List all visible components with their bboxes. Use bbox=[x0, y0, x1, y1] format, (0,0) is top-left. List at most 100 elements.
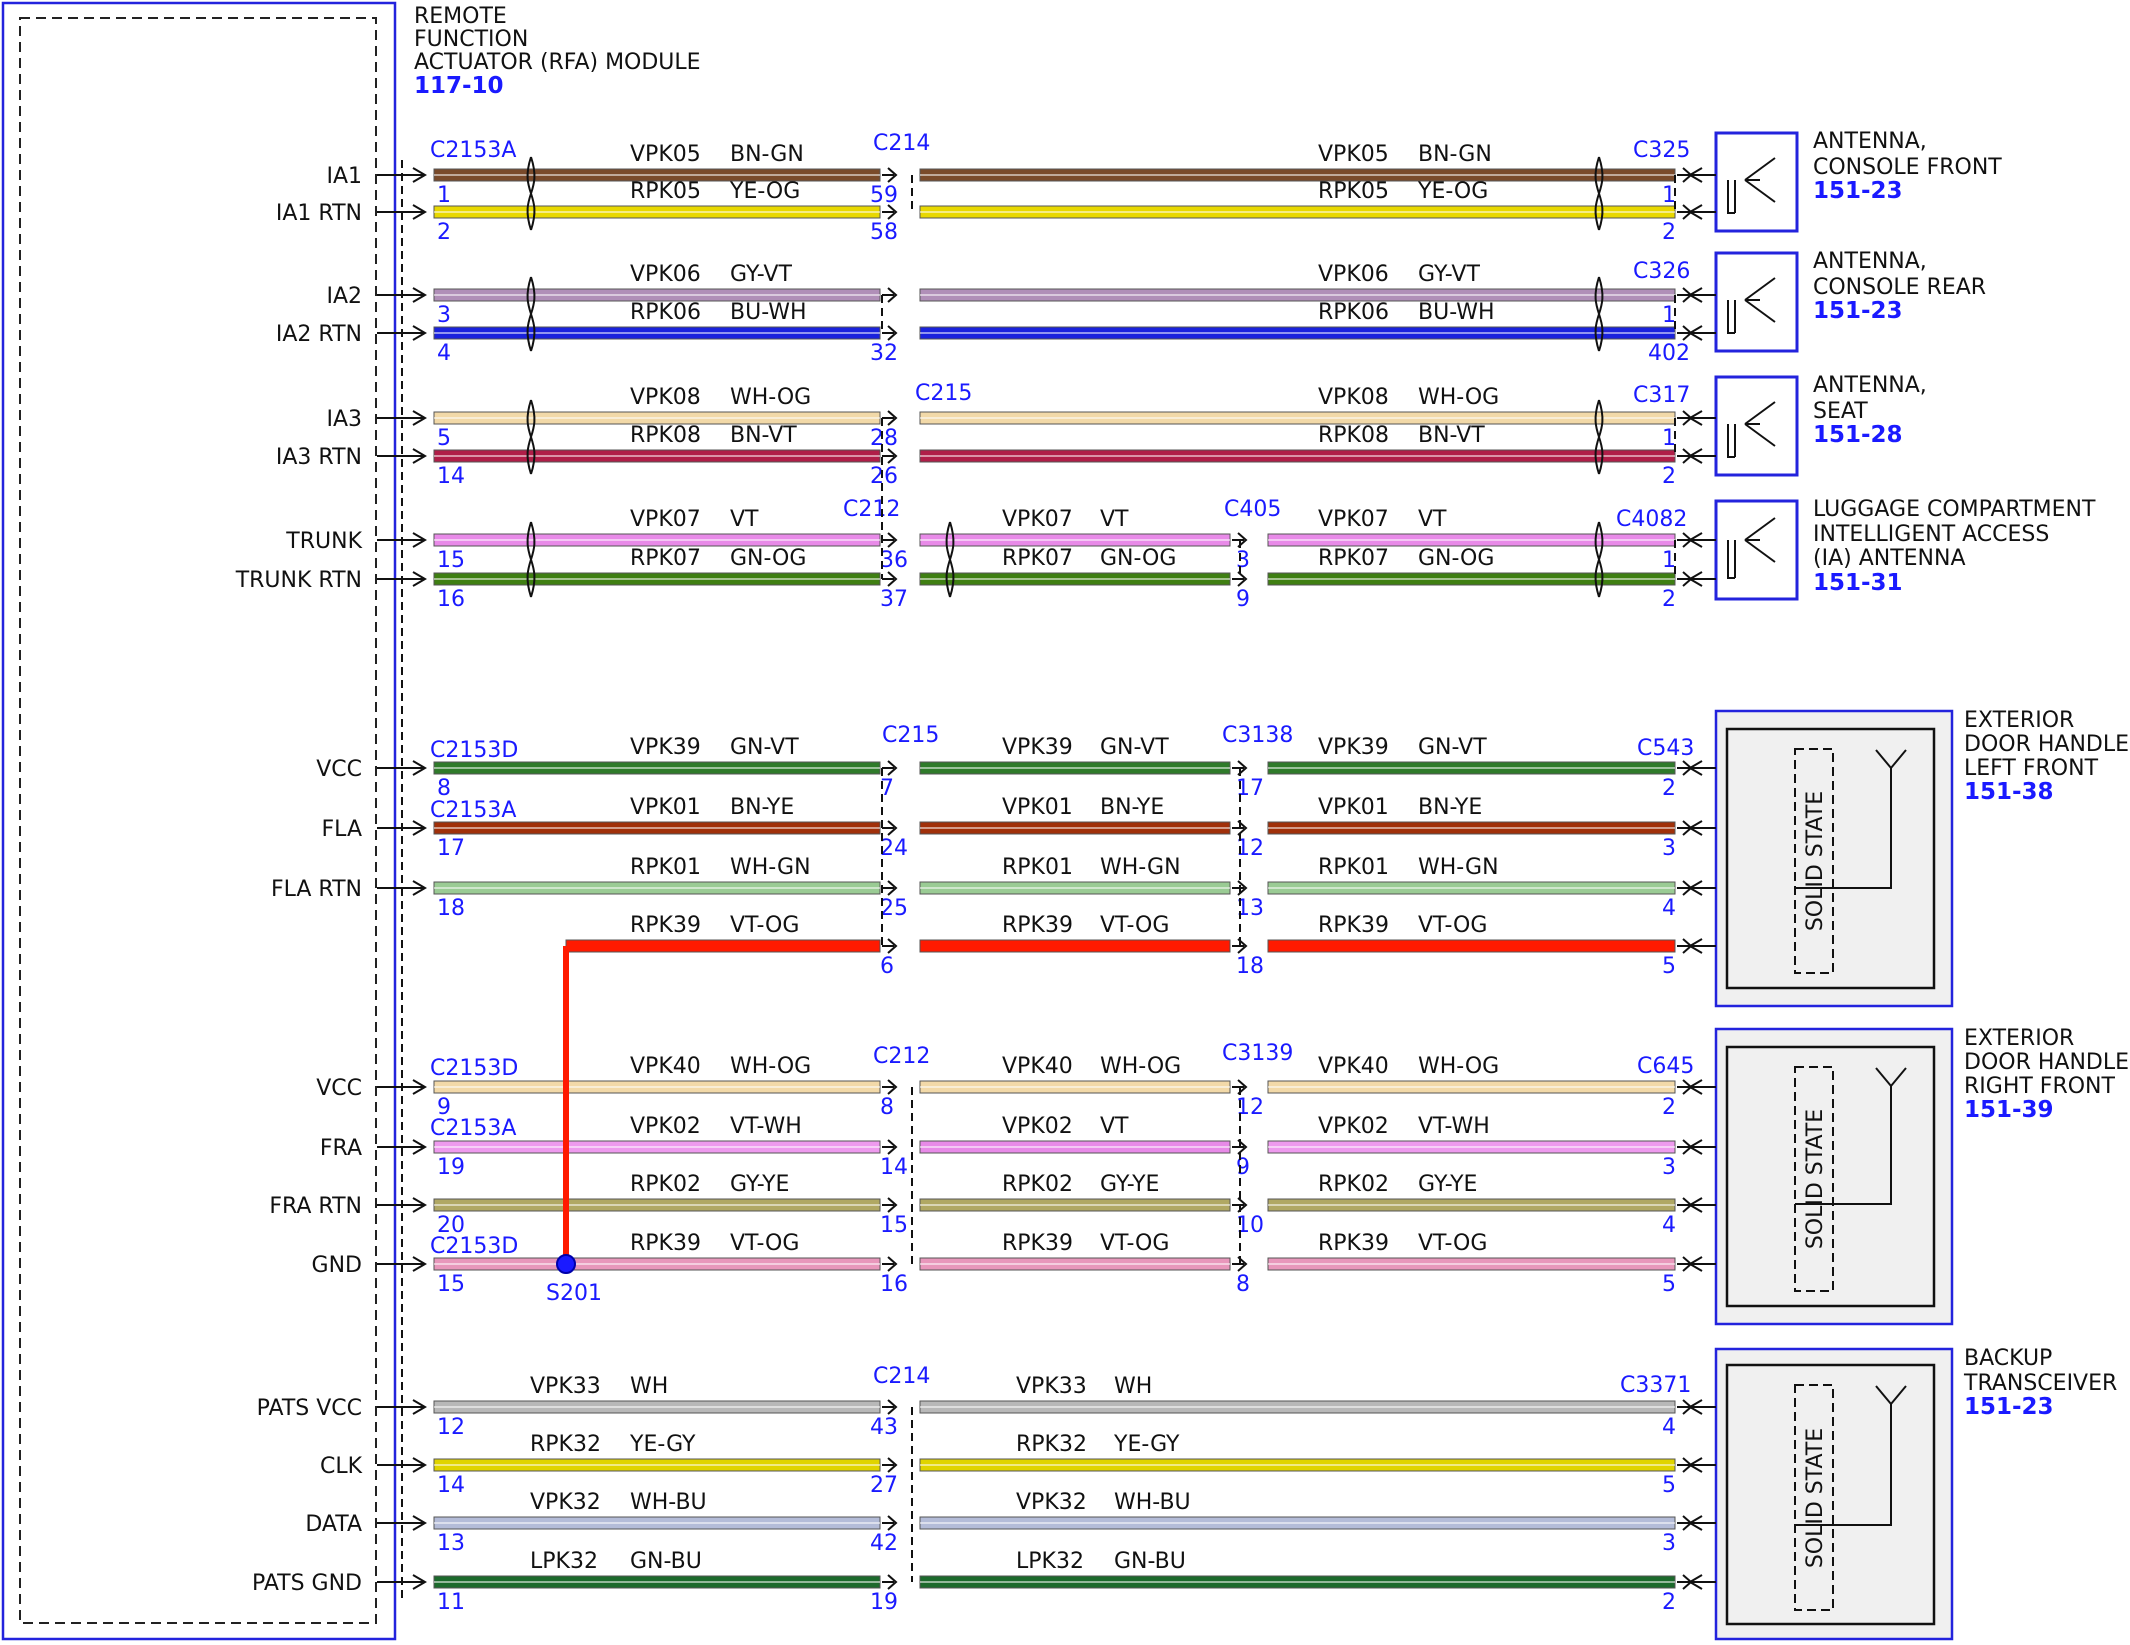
svg-text:SOLID STATE: SOLID STATE bbox=[1803, 1109, 1828, 1249]
wire-14-circuit-0: RPK02 bbox=[630, 1172, 701, 1197]
twist-marker-3-1 bbox=[945, 521, 955, 598]
wire-7-pin-1: 37 bbox=[880, 587, 908, 612]
component-pin-arrow-10 bbox=[1688, 880, 1716, 896]
antenna-console-rear: ANTENNA, CONSOLE REAR 151-23 bbox=[1714, 249, 1986, 353]
wire-7-circuit-0: RPK07 bbox=[630, 546, 701, 571]
wire-6-color-0: VT bbox=[730, 507, 759, 532]
conn-c2153a-1: C2153A bbox=[430, 138, 516, 163]
svg-text:EXTERIOR: EXTERIOR bbox=[1964, 1026, 2074, 1051]
wire-6-color-2: VT bbox=[1418, 507, 1447, 532]
wire-13-pin-3: 3 bbox=[1662, 1155, 1676, 1180]
wire-3-color-1: BU-WH bbox=[1418, 300, 1495, 325]
component-pin-arrow-0 bbox=[1688, 167, 1716, 183]
wire-11-color-2: VT-OG bbox=[1418, 913, 1487, 938]
wire-0-color-0: BN-GN bbox=[730, 142, 804, 167]
wire-10-pin-1: 25 bbox=[880, 896, 908, 921]
wire-11-seg-1 bbox=[919, 939, 1231, 953]
signal-label-9: FLA bbox=[322, 817, 362, 842]
wire-14-arrow-0 bbox=[882, 1197, 898, 1213]
conn-c645: C645 bbox=[1637, 1054, 1694, 1079]
signal-label-15: GND bbox=[312, 1253, 362, 1278]
twist-marker-1-1 bbox=[1594, 276, 1604, 352]
conn-c215-2: C215 bbox=[882, 723, 939, 748]
wire-14-pin-1: 15 bbox=[880, 1213, 908, 1238]
wire-5-color-1: BN-VT bbox=[1418, 423, 1485, 448]
wire-12-arrow-0 bbox=[882, 1079, 898, 1095]
wire-14-pin-3: 4 bbox=[1662, 1213, 1676, 1238]
wire-14-circuit-2: RPK02 bbox=[1318, 1172, 1389, 1197]
svg-text:EXTERIOR: EXTERIOR bbox=[1964, 708, 2074, 733]
wire-14-circuit-1: RPK02 bbox=[1002, 1172, 1073, 1197]
wire-18-circuit-1: VPK32 bbox=[1016, 1490, 1087, 1515]
wire-13-circuit-1: VPK02 bbox=[1002, 1114, 1073, 1139]
signal-label-8: VCC bbox=[316, 757, 362, 782]
wire-10-arrow-0 bbox=[882, 880, 898, 896]
svg-text:LUGGAGE COMPARTMENT: LUGGAGE COMPARTMENT bbox=[1813, 497, 2096, 522]
twist-marker-3-2 bbox=[1594, 521, 1604, 598]
twist-marker-3-0 bbox=[526, 521, 536, 598]
wire-9-circuit-1: VPK01 bbox=[1002, 795, 1073, 820]
wire-19-pin-2: 2 bbox=[1662, 1590, 1676, 1615]
wire-9-pin-0: 17 bbox=[437, 836, 465, 861]
wire-18-pin-2: 3 bbox=[1662, 1531, 1676, 1556]
component-pin-arrow-3 bbox=[1688, 325, 1716, 341]
svg-text:151-31: 151-31 bbox=[1813, 570, 1903, 596]
wire-5-circuit-0: RPK08 bbox=[630, 423, 701, 448]
wire-18-pin-1: 42 bbox=[870, 1531, 898, 1556]
wire-9-color-1: BN-YE bbox=[1100, 795, 1164, 820]
wire-6-circuit-1: VPK07 bbox=[1002, 507, 1073, 532]
signal-label-4: IA3 bbox=[326, 407, 362, 432]
module-title-1: REMOTE bbox=[414, 4, 507, 29]
svg-text:CONSOLE FRONT: CONSOLE FRONT bbox=[1813, 155, 2002, 180]
signal-label-5: IA3 RTN bbox=[276, 445, 362, 470]
wire-12-circuit-0: VPK40 bbox=[630, 1054, 701, 1079]
signal-label-12: VCC bbox=[316, 1076, 362, 1101]
wire-7-color-0: GN-OG bbox=[730, 546, 806, 571]
wire-3-pin-3: 2 bbox=[1676, 341, 1690, 366]
component-pin-arrow-16 bbox=[1688, 1399, 1716, 1415]
wire-14-pin-0: 20 bbox=[437, 1213, 465, 1238]
wire-12-color-1: WH-OG bbox=[1100, 1054, 1181, 1079]
wire-11-pin-2: 18 bbox=[1236, 954, 1264, 979]
wire-8-color-1: GN-VT bbox=[1100, 735, 1169, 760]
wire-5-pin-2: 2 bbox=[1662, 464, 1676, 489]
wire-4-color-0: WH-OG bbox=[730, 385, 811, 410]
conn-c214-2: C214 bbox=[873, 1364, 930, 1389]
wire-15-arrow-0 bbox=[882, 1256, 898, 1272]
wire-16-pin-2: 4 bbox=[1662, 1415, 1676, 1440]
svg-text:151-38: 151-38 bbox=[1964, 779, 2054, 805]
wire-16-color-1: WH bbox=[1114, 1374, 1152, 1399]
wire-11-seg-0 bbox=[565, 939, 881, 953]
signal-label-7: TRUNK RTN bbox=[235, 568, 362, 593]
component-pin-arrow-12 bbox=[1688, 1079, 1716, 1095]
svg-text:CONSOLE REAR: CONSOLE REAR bbox=[1813, 275, 1986, 300]
conn-c212-1: C212 bbox=[843, 497, 900, 522]
wire-9-arrow-0 bbox=[882, 820, 898, 836]
wire-18-circuit-0: VPK32 bbox=[530, 1490, 601, 1515]
wire-1-color-0: YE-OG bbox=[729, 179, 800, 204]
conn-c215-1: C215 bbox=[915, 381, 972, 406]
conn-c325: C325 bbox=[1633, 138, 1690, 163]
wire-19-circuit-0: LPK32 bbox=[530, 1549, 598, 1574]
wire-5-pin-0: 14 bbox=[437, 464, 465, 489]
wire-3-arrow-0 bbox=[882, 325, 898, 341]
wire-8-color-2: GN-VT bbox=[1418, 735, 1487, 760]
wire-12-circuit-2: VPK40 bbox=[1318, 1054, 1389, 1079]
wire-3-circuit-1: RPK06 bbox=[1318, 300, 1389, 325]
conn-c212-2: C212 bbox=[873, 1044, 930, 1069]
svg-text:SOLID STATE: SOLID STATE bbox=[1803, 791, 1828, 931]
wire-11-pin-3: 5 bbox=[1662, 954, 1676, 979]
wire-8-circuit-1: VPK39 bbox=[1002, 735, 1073, 760]
wire-15-pin-3: 5 bbox=[1662, 1272, 1676, 1297]
wire-4-pin-0: 5 bbox=[437, 426, 451, 451]
wire-12-pin-3: 2 bbox=[1662, 1095, 1676, 1120]
backup-transceiver: SOLID STATE BACKUP TRANSCEIVER 151-23 bbox=[1714, 1346, 2117, 1641]
svg-text:DOOR HANDLE,: DOOR HANDLE, bbox=[1964, 732, 2130, 757]
wire-14-color-2: GY-YE bbox=[1418, 1172, 1477, 1197]
wire-15-pin-0: 15 bbox=[437, 1272, 465, 1297]
component-pin-arrow-9 bbox=[1688, 820, 1716, 836]
signal-label-0: IA1 bbox=[326, 164, 362, 189]
wire-7-circuit-2: RPK07 bbox=[1318, 546, 1389, 571]
wire-13-circuit-0: VPK02 bbox=[630, 1114, 701, 1139]
wire-8-circuit-2: VPK39 bbox=[1318, 735, 1389, 760]
